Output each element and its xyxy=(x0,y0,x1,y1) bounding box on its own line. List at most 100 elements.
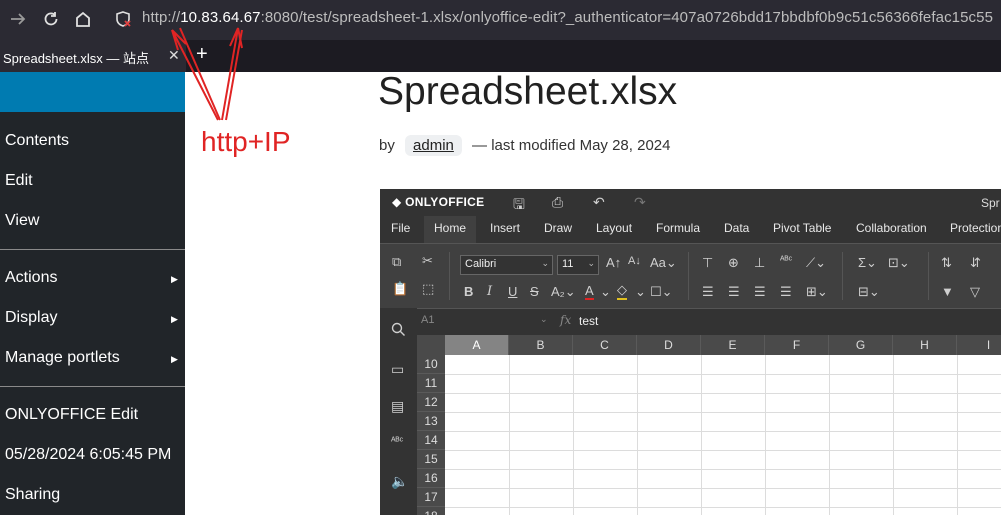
clear-filter-icon[interactable]: ▽ xyxy=(970,284,980,300)
column-header[interactable]: C xyxy=(573,335,637,355)
justify-icon[interactable]: ☰ xyxy=(780,284,792,300)
search-icon[interactable] xyxy=(391,322,406,340)
row-header[interactable]: 18 xyxy=(417,507,445,515)
merge-cells-icon[interactable]: ⊞⌄ xyxy=(806,284,828,300)
number-format-icon[interactable]: ⊟⌄ xyxy=(858,284,880,300)
change-case-icon[interactable]: Aa⌄ xyxy=(650,255,677,271)
feedback-icon[interactable]: 🔈 xyxy=(391,473,408,490)
tab-insert[interactable]: Insert xyxy=(490,221,520,235)
tab-draw[interactable]: Draw xyxy=(544,221,572,235)
tab-formula[interactable]: Formula xyxy=(656,221,700,235)
column-header[interactable]: G xyxy=(829,335,893,355)
column-header[interactable]: D xyxy=(637,335,701,355)
insecure-connection-icon[interactable] xyxy=(112,8,134,30)
font-color-icon[interactable]: A xyxy=(585,283,594,300)
comments-icon[interactable]: ▭ xyxy=(391,361,404,378)
filter-icon[interactable]: ▼ xyxy=(941,284,954,299)
column-header[interactable]: I xyxy=(957,335,1001,355)
subscript-icon[interactable]: A₂⌄ xyxy=(551,284,576,300)
reload-icon[interactable] xyxy=(40,8,62,30)
select-all-corner[interactable] xyxy=(417,335,445,355)
align-top-icon[interactable]: ⊤ xyxy=(702,255,713,271)
row-header[interactable]: 17 xyxy=(417,488,445,507)
row-header[interactable]: 16 xyxy=(417,469,445,488)
redo-icon[interactable]: ↷ xyxy=(634,194,646,211)
row-header[interactable]: 11 xyxy=(417,374,445,393)
forward-icon[interactable] xyxy=(7,8,29,30)
copy-icon[interactable]: ⧉ xyxy=(392,254,401,270)
align-middle-icon[interactable]: ⊕ xyxy=(728,255,739,271)
insert-function-label[interactable]: fx xyxy=(560,313,571,327)
sidebar-item-history[interactable]: 05/28/2024 6:05:45 PM xyxy=(5,446,171,464)
align-left-icon[interactable]: ☰ xyxy=(702,284,714,300)
tab-home[interactable]: Home xyxy=(424,216,477,243)
row-header[interactable]: 15 xyxy=(417,450,445,469)
chevron-down-icon[interactable]: ⌄ xyxy=(635,284,646,300)
orientation-icon[interactable]: ⟋⌄ xyxy=(806,255,826,271)
increase-font-icon[interactable]: A↑ xyxy=(606,255,621,270)
sidebar-item-actions[interactable]: Actions xyxy=(5,269,57,287)
sidebar-item-manage-portlets[interactable]: Manage portlets xyxy=(5,349,120,367)
font-size-select[interactable]: 11 ⌄ xyxy=(557,255,599,275)
save-icon[interactable]: 🖫 xyxy=(513,194,525,218)
cut-icon[interactable]: ✂ xyxy=(422,253,433,269)
author-link[interactable]: admin xyxy=(405,135,462,156)
row-header[interactable]: 12 xyxy=(417,393,445,412)
chevron-down-icon[interactable]: ⌄ xyxy=(540,314,548,325)
bold-icon[interactable]: B xyxy=(464,284,473,299)
print-icon[interactable]: ⎙ xyxy=(552,194,563,211)
formula-input[interactable]: test xyxy=(579,314,598,328)
url-field[interactable]: http://10.83.64.67:8080/test/spreadsheet… xyxy=(142,9,993,26)
sidebar-item-contents[interactable]: Contents xyxy=(5,132,69,150)
paste-icon[interactable]: 📋 xyxy=(392,281,408,297)
plone-toolbar: Contents Edit View Actions ▶ Display ▶ M… xyxy=(0,72,185,515)
select-all-icon[interactable]: ⬚ xyxy=(422,281,434,297)
sidebar-item-sharing[interactable]: Sharing xyxy=(5,486,60,504)
tab-pivot-table[interactable]: Pivot Table xyxy=(773,221,831,235)
font-name-select[interactable]: Calibri ⌄ xyxy=(460,255,553,275)
sidebar-item-display[interactable]: Display xyxy=(5,309,57,327)
italic-icon[interactable]: I xyxy=(487,284,492,299)
grid-line xyxy=(445,412,1001,413)
sort-descending-icon[interactable]: ⇵ xyxy=(970,255,981,271)
spellcheck-icon[interactable]: ᴬᴮᶜ xyxy=(391,436,403,447)
chevron-down-icon[interactable]: ⌄ xyxy=(600,284,611,300)
chat-icon[interactable]: ▤ xyxy=(391,398,404,415)
wrap-text-icon[interactable]: ᴬᴮᶜ xyxy=(780,255,792,266)
align-bottom-icon[interactable]: ⊥ xyxy=(754,255,765,271)
tab-data[interactable]: Data xyxy=(724,221,749,235)
borders-icon[interactable]: ☐⌄ xyxy=(650,284,673,300)
insert-function-icon[interactable]: ⊡⌄ xyxy=(888,255,910,271)
undo-icon[interactable]: ↶ xyxy=(593,194,605,211)
decrease-font-icon[interactable]: A↓ xyxy=(628,255,641,267)
tab-file[interactable]: File xyxy=(391,221,410,235)
name-box[interactable]: A1 xyxy=(421,314,434,326)
grid-line xyxy=(509,355,510,515)
column-header[interactable]: B xyxy=(509,335,573,355)
caret-right-icon: ▶ xyxy=(171,314,178,324)
column-header[interactable]: A xyxy=(445,335,509,355)
sort-ascending-icon[interactable]: ⇅ xyxy=(941,255,952,271)
tab-layout[interactable]: Layout xyxy=(596,221,632,235)
oo-left-panel: ▭ ▤ ᴬᴮᶜ 🔈 xyxy=(380,308,417,515)
column-header[interactable]: H xyxy=(893,335,957,355)
align-right-icon[interactable]: ☰ xyxy=(754,284,766,300)
column-header[interactable]: E xyxy=(701,335,765,355)
underline-icon[interactable]: U xyxy=(508,284,517,299)
column-header[interactable]: F xyxy=(765,335,829,355)
row-header[interactable]: 13 xyxy=(417,412,445,431)
home-icon[interactable] xyxy=(72,8,94,30)
row-header[interactable]: 14 xyxy=(417,431,445,450)
tab-protection[interactable]: Protection xyxy=(950,221,1001,235)
sidebar-item-onlyoffice-edit[interactable]: ONLYOFFICE Edit xyxy=(5,406,138,424)
row-header[interactable]: 10 xyxy=(417,355,445,374)
tab-collaboration[interactable]: Collaboration xyxy=(856,221,927,235)
align-center-icon[interactable]: ☰ xyxy=(728,284,740,300)
spreadsheet-grid[interactable]: A B C D E F G H I 10 11 12 13 14 15 16 1… xyxy=(417,335,1001,515)
sum-icon[interactable]: Σ⌄ xyxy=(858,255,877,271)
strikethrough-icon[interactable]: S xyxy=(530,284,539,299)
toolbar-separator xyxy=(842,252,843,300)
fill-color-icon[interactable]: ◇ xyxy=(617,282,627,300)
sidebar-item-edit[interactable]: Edit xyxy=(5,172,33,190)
sidebar-item-view[interactable]: View xyxy=(5,212,39,230)
